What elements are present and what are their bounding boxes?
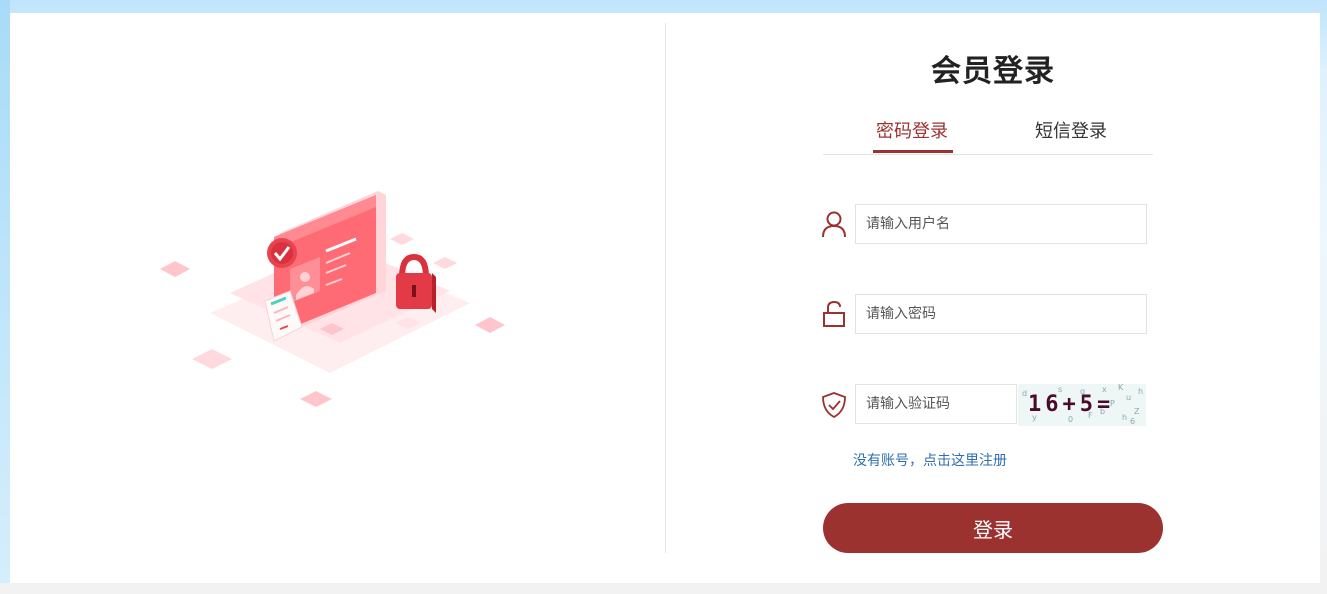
username-input[interactable] bbox=[855, 204, 1147, 244]
captcha-code: 16+5= bbox=[1028, 392, 1115, 417]
captcha-image[interactable]: dys qFx PKu Zhh b06 16+5= bbox=[1018, 384, 1146, 426]
user-icon bbox=[822, 211, 846, 238]
svg-text:h: h bbox=[1138, 387, 1143, 396]
lock-icon bbox=[823, 300, 845, 327]
login-button[interactable]: 登录 bbox=[823, 503, 1163, 553]
svg-text:K: K bbox=[1118, 384, 1124, 392]
captcha-input[interactable] bbox=[855, 384, 1017, 424]
svg-text:Z: Z bbox=[1134, 407, 1140, 416]
login-tabs: 密码登录 短信登录 bbox=[823, 112, 1153, 155]
svg-text:h: h bbox=[1122, 413, 1127, 422]
page-background-edge bbox=[0, 0, 10, 583]
active-tab-indicator bbox=[873, 150, 953, 153]
register-link[interactable]: 没有账号，点击这里注册 bbox=[853, 450, 1007, 470]
svg-text:6: 6 bbox=[1130, 417, 1135, 426]
svg-text:u: u bbox=[1126, 393, 1131, 402]
password-input[interactable] bbox=[855, 294, 1147, 334]
security-illustration bbox=[160, 191, 505, 407]
svg-text:d: d bbox=[1022, 389, 1027, 398]
vertical-divider bbox=[665, 23, 666, 553]
shield-check-icon bbox=[822, 392, 846, 419]
tab-password-login[interactable]: 密码登录 bbox=[876, 120, 948, 152]
page-title: 会员登录 bbox=[931, 54, 1055, 89]
tab-sms-login[interactable]: 短信登录 bbox=[1035, 120, 1107, 152]
